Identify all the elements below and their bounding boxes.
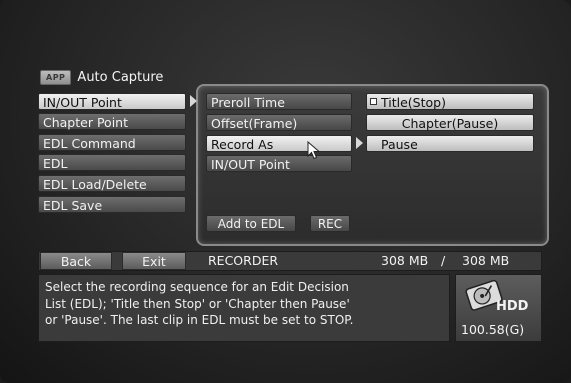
exit-button[interactable]: Exit [122,252,186,270]
add-to-edl-button[interactable]: Add to EDL [206,215,296,232]
option-pause[interactable]: Pause [366,135,534,152]
rec-button[interactable]: REC [310,215,350,232]
menu-item-edl-load-delete[interactable]: EDL Load/Delete [38,175,186,192]
option-title-stop[interactable]: Title(Stop) [366,93,534,110]
submenu-item-in-out-point[interactable]: IN/OUT Point [206,155,352,172]
menu-expand-arrow-icon [190,95,197,107]
hdd-status: HDD 100.58(G) [455,274,542,342]
menu-item-chapter-point[interactable]: Chapter Point [38,113,186,130]
submenu-item-offset-frame[interactable]: Offset(Frame) [206,114,352,131]
title-bar: APP Auto Capture [40,68,163,86]
menu-item-edl[interactable]: EDL [38,154,186,171]
used-space: 308 MB [381,253,429,268]
menu-item-edl-command[interactable]: EDL Command [38,134,186,151]
app-title: Auto Capture [77,69,164,85]
app-tag: APP [40,69,72,85]
hdd-free-space: 100.58(G) [461,322,525,337]
option-label: Title(Stop) [381,95,446,110]
mouse-pointer-icon [307,141,321,160]
screen: APP Auto Capture IN/OUT Point Chapter Po… [0,0,571,383]
total-space: 308 MB [462,253,510,268]
option-chapter-pause[interactable]: Chapter(Pause) [366,114,534,131]
submenu-item-preroll-time[interactable]: Preroll Time [206,93,352,110]
menu-item-edl-save[interactable]: EDL Save [38,196,186,213]
help-line: or 'Pause'. The last clip in EDL must be… [45,313,354,327]
back-button[interactable]: Back [40,252,112,270]
help-line: Select the recording sequence for an Edi… [45,280,349,294]
hdd-label: HDD [496,299,529,314]
submenu-expand-arrow-icon [356,137,363,149]
check-mark-icon [370,98,377,105]
help-text-box: Select the recording sequence for an Edi… [38,274,450,342]
mode-label: RECORDER [208,253,279,268]
space-separator: / [441,253,446,268]
help-line: List (EDL); 'Title then Stop' or 'Chapte… [45,296,350,311]
menu-item-in-out-point[interactable]: IN/OUT Point [38,93,186,110]
submenu-item-record-as[interactable]: Record As [206,135,352,152]
